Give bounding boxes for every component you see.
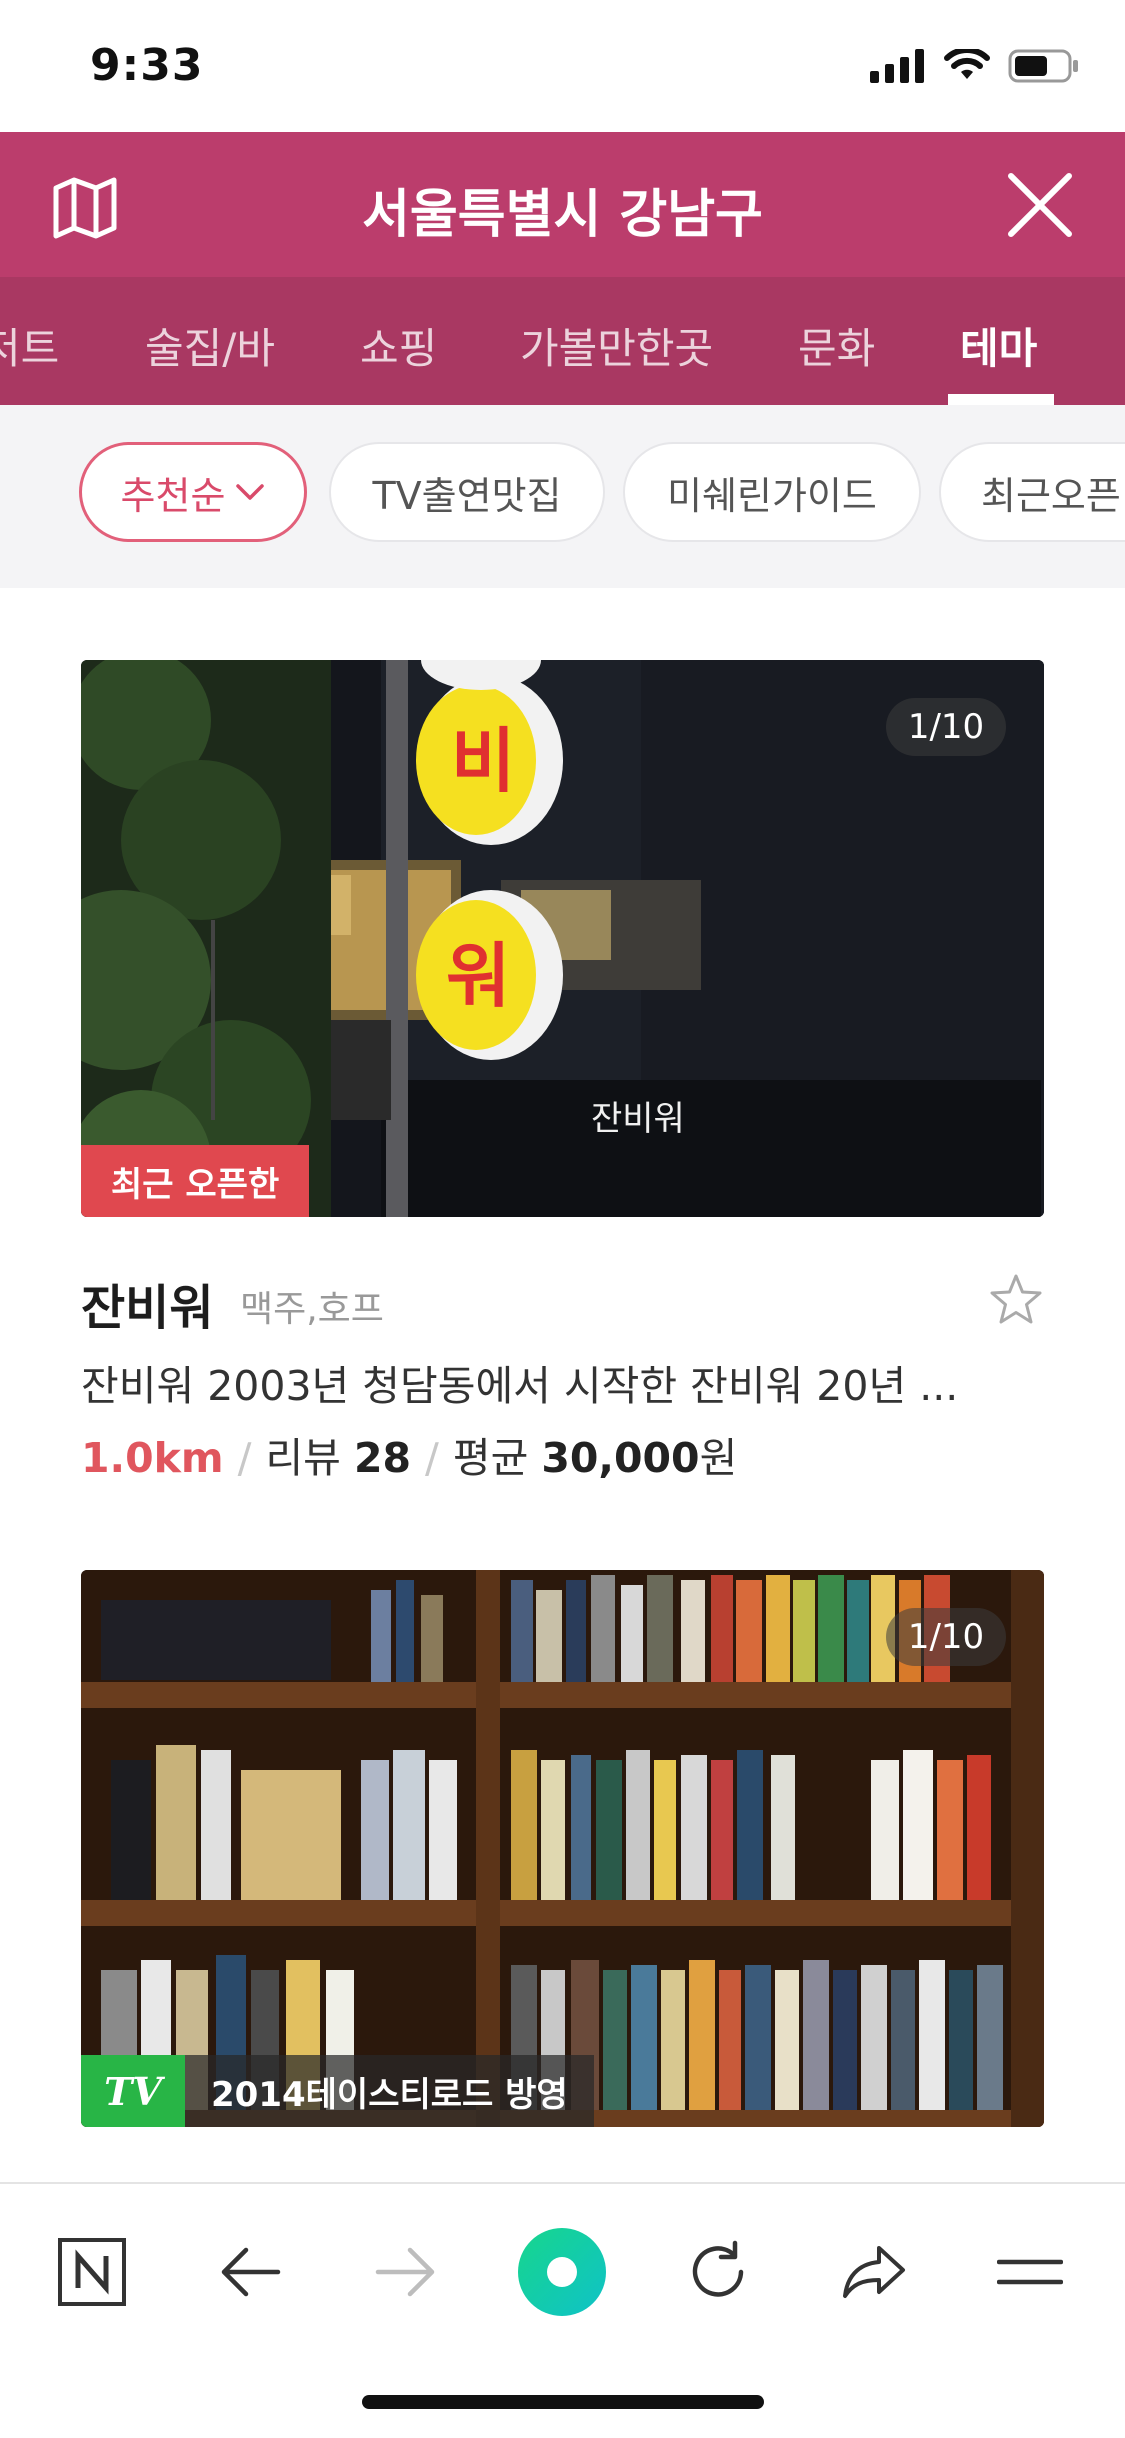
tv-badge: TV 2014테이스티로드 방영 [81, 2055, 594, 2127]
tab-culture[interactable]: 문화 [798, 315, 875, 376]
place-photo-2[interactable]: 1/10 TV 2014테이스티로드 방영 [81, 1570, 1044, 2127]
arrow-right-icon [375, 2247, 435, 2297]
category-tabs: 저트 술집/바 쇼핑 가볼만한곳 문화 테마 [0, 277, 1125, 405]
back-button[interactable] [200, 2222, 300, 2322]
tab-dessert[interactable]: 저트 [0, 315, 59, 376]
menu-button[interactable] [980, 2222, 1080, 2322]
status-bar: 9:33 [0, 0, 1125, 132]
filter-tv-chip[interactable]: TV출연맛집 [329, 442, 605, 542]
avg-label: 평균 [452, 1434, 529, 1482]
header-title: 서울특별시 강남구 [362, 185, 763, 245]
close-button[interactable] [1005, 170, 1075, 240]
separator: / [425, 1434, 439, 1482]
location-header: 서울특별시 강남구 [0, 132, 1125, 277]
new-open-badge: 최근 오픈한 [81, 1145, 310, 1217]
naver-home-button[interactable] [42, 2222, 142, 2322]
photo-counter: 1/10 [886, 1608, 1006, 1666]
wifi-icon [944, 49, 990, 79]
arrow-left-icon [221, 2247, 281, 2297]
green-dot-button[interactable] [512, 2222, 612, 2322]
menu-icon [997, 2259, 1063, 2285]
place-meta: 1.0km / 리뷰 28 / 평균 30,000 원 [81, 1424, 737, 1484]
forward-button[interactable] [356, 2222, 456, 2322]
review-label: 리뷰 [265, 1434, 341, 1482]
svg-text:잔비워: 잔비워 [591, 1099, 685, 1139]
tab-shopping[interactable]: 쇼핑 [360, 315, 437, 376]
photo-counter: 1/10 [886, 698, 1006, 756]
status-time: 9:33 [90, 40, 204, 91]
avg-price: 30,000 [541, 1434, 700, 1482]
sort-recommended-chip[interactable]: 추천순 [79, 442, 307, 542]
place-category: 맥주,호프 [240, 1289, 384, 1330]
refresh-icon [692, 2240, 744, 2297]
battery-icon [1008, 49, 1078, 83]
separator: / [237, 1434, 252, 1482]
place-name[interactable]: 잔비워 [81, 1268, 213, 1338]
status-icons [870, 48, 1080, 84]
refresh-button[interactable] [668, 2222, 768, 2322]
tab-bar[interactable]: 술집/바 [145, 315, 275, 376]
signal-icon [870, 49, 924, 83]
favorite-button[interactable] [988, 1272, 1044, 1328]
tab-theme[interactable]: 테마 [960, 315, 1037, 376]
green-dot-icon [518, 2228, 606, 2316]
tv-label: TV [81, 2055, 185, 2127]
svg-text:워: 워 [446, 935, 510, 1017]
naver-n-icon [58, 2238, 126, 2306]
svg-text:비: 비 [451, 720, 515, 802]
place-description: 잔비워 2003년 청담동에서 시작한 잔비워 20년 ... [81, 1362, 959, 1410]
filter-recent-chip[interactable]: 최근오픈 [939, 442, 1125, 542]
active-tab-indicator [948, 394, 1054, 405]
filter-michelin-chip[interactable]: 미쉐린가이드 [623, 442, 921, 542]
price-unit: 원 [699, 1434, 738, 1482]
share-button[interactable] [824, 2222, 924, 2322]
tab-attractions[interactable]: 가볼만한곳 [520, 315, 713, 376]
review-count: 28 [353, 1434, 412, 1482]
tv-show-label: 2014테이스티로드 방영 [185, 2055, 594, 2127]
sort-chip-label: 추천순 [120, 473, 226, 518]
place-photo-1[interactable]: 비 워 잔비워 1/10 최근 오픈한 [81, 660, 1044, 1217]
close-icon [1008, 173, 1072, 237]
home-indicator [362, 2395, 764, 2409]
distance: 1.0km [81, 1434, 224, 1482]
share-icon [843, 2246, 905, 2298]
chevron-down-icon [236, 484, 265, 500]
star-icon [990, 1274, 1042, 1324]
filter-chips: 추천순 TV출연맛집 미쉐린가이드 최근오픈 [0, 405, 1125, 588]
